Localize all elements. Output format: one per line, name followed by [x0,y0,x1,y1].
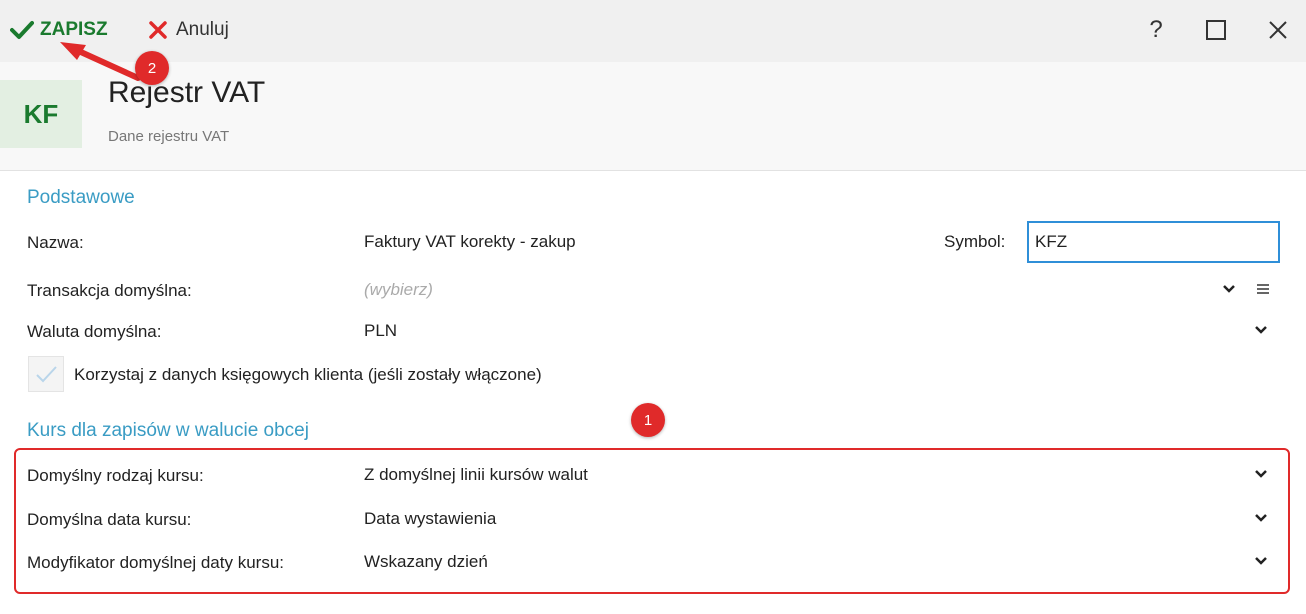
client-accounting-checkbox-label: Korzystaj z danych księgowych klienta (j… [74,365,542,384]
name-input-value: Faktury VAT korekty - zakup [364,232,576,251]
rate-modifier-value: Wskazany dzień [364,552,488,571]
symbol-label: Symbol: [944,232,1006,251]
page-title: Rejestr VAT [108,76,266,109]
rate-type-label: Domyślny rodzaj kursu: [27,466,204,485]
currency-value: PLN [364,321,398,340]
checkmark-icon [36,366,57,383]
chevron-down-icon [1255,514,1267,522]
page-header: KF Rejestr VAT Dane rejestru VAT [0,62,1306,171]
name-input[interactable]: Faktury VAT korekty - zakup [356,223,856,261]
transaction-label: Transakcja domyślna: [27,281,192,300]
rate-type-value: Z domyślnej linii kursów walut [364,465,588,484]
section-title-rate: Kurs dla zapisów w walucie obcej [27,420,309,441]
cancel-button-label: Anuluj [176,19,229,40]
chevron-down-icon[interactable] [1222,282,1236,296]
page-subtitle: Dane rejestru VAT [108,128,230,145]
rate-date-label: Domyślna data kursu: [27,510,192,529]
annotation-badge-1: 1 [631,403,665,437]
section-title-basic: Podstawowe [27,187,135,208]
client-accounting-checkbox[interactable] [28,356,64,392]
save-button-label: ZAPISZ [40,19,108,40]
module-logo-text: KF [23,98,59,129]
symbol-input-value: KFZ [1035,232,1068,251]
close-window-icon [1269,21,1287,39]
checkmark-icon [10,21,34,39]
currency-label: Waluta domyślna: [27,322,162,341]
maximize-icon [1206,20,1226,40]
close-window-button[interactable] [1262,14,1294,46]
maximize-button[interactable] [1200,14,1232,46]
transaction-placeholder: (wybierz) [364,280,433,299]
module-logo: KF [0,80,82,148]
help-button[interactable]: ? [1140,14,1172,46]
toolbar: ZAPISZ Anuluj ? [0,0,1306,62]
chevron-down-icon [1255,326,1267,334]
chevron-down-icon [1255,557,1267,565]
rate-modifier-label: Modyfikator domyślnej daty kursu: [27,553,284,572]
name-label: Nazwa: [27,233,84,252]
cancel-button[interactable]: Anuluj [148,14,229,46]
currency-select[interactable]: PLN [356,312,1278,350]
list-icon[interactable] [1256,282,1270,296]
symbol-input[interactable]: KFZ [1027,221,1280,263]
rate-date-select[interactable]: Data wystawienia [356,500,1278,538]
chevron-down-icon [1255,470,1267,478]
close-icon [149,21,167,39]
rate-modifier-select[interactable]: Wskazany dzień [356,543,1278,581]
rate-type-select[interactable]: Z domyślnej linii kursów walut [356,456,1278,494]
transaction-select[interactable]: (wybierz) [356,271,1278,309]
save-button[interactable]: ZAPISZ [10,14,108,46]
help-icon: ? [1149,16,1163,43]
annotation-badge-2: 2 [135,51,169,85]
rate-date-value: Data wystawienia [364,509,497,528]
